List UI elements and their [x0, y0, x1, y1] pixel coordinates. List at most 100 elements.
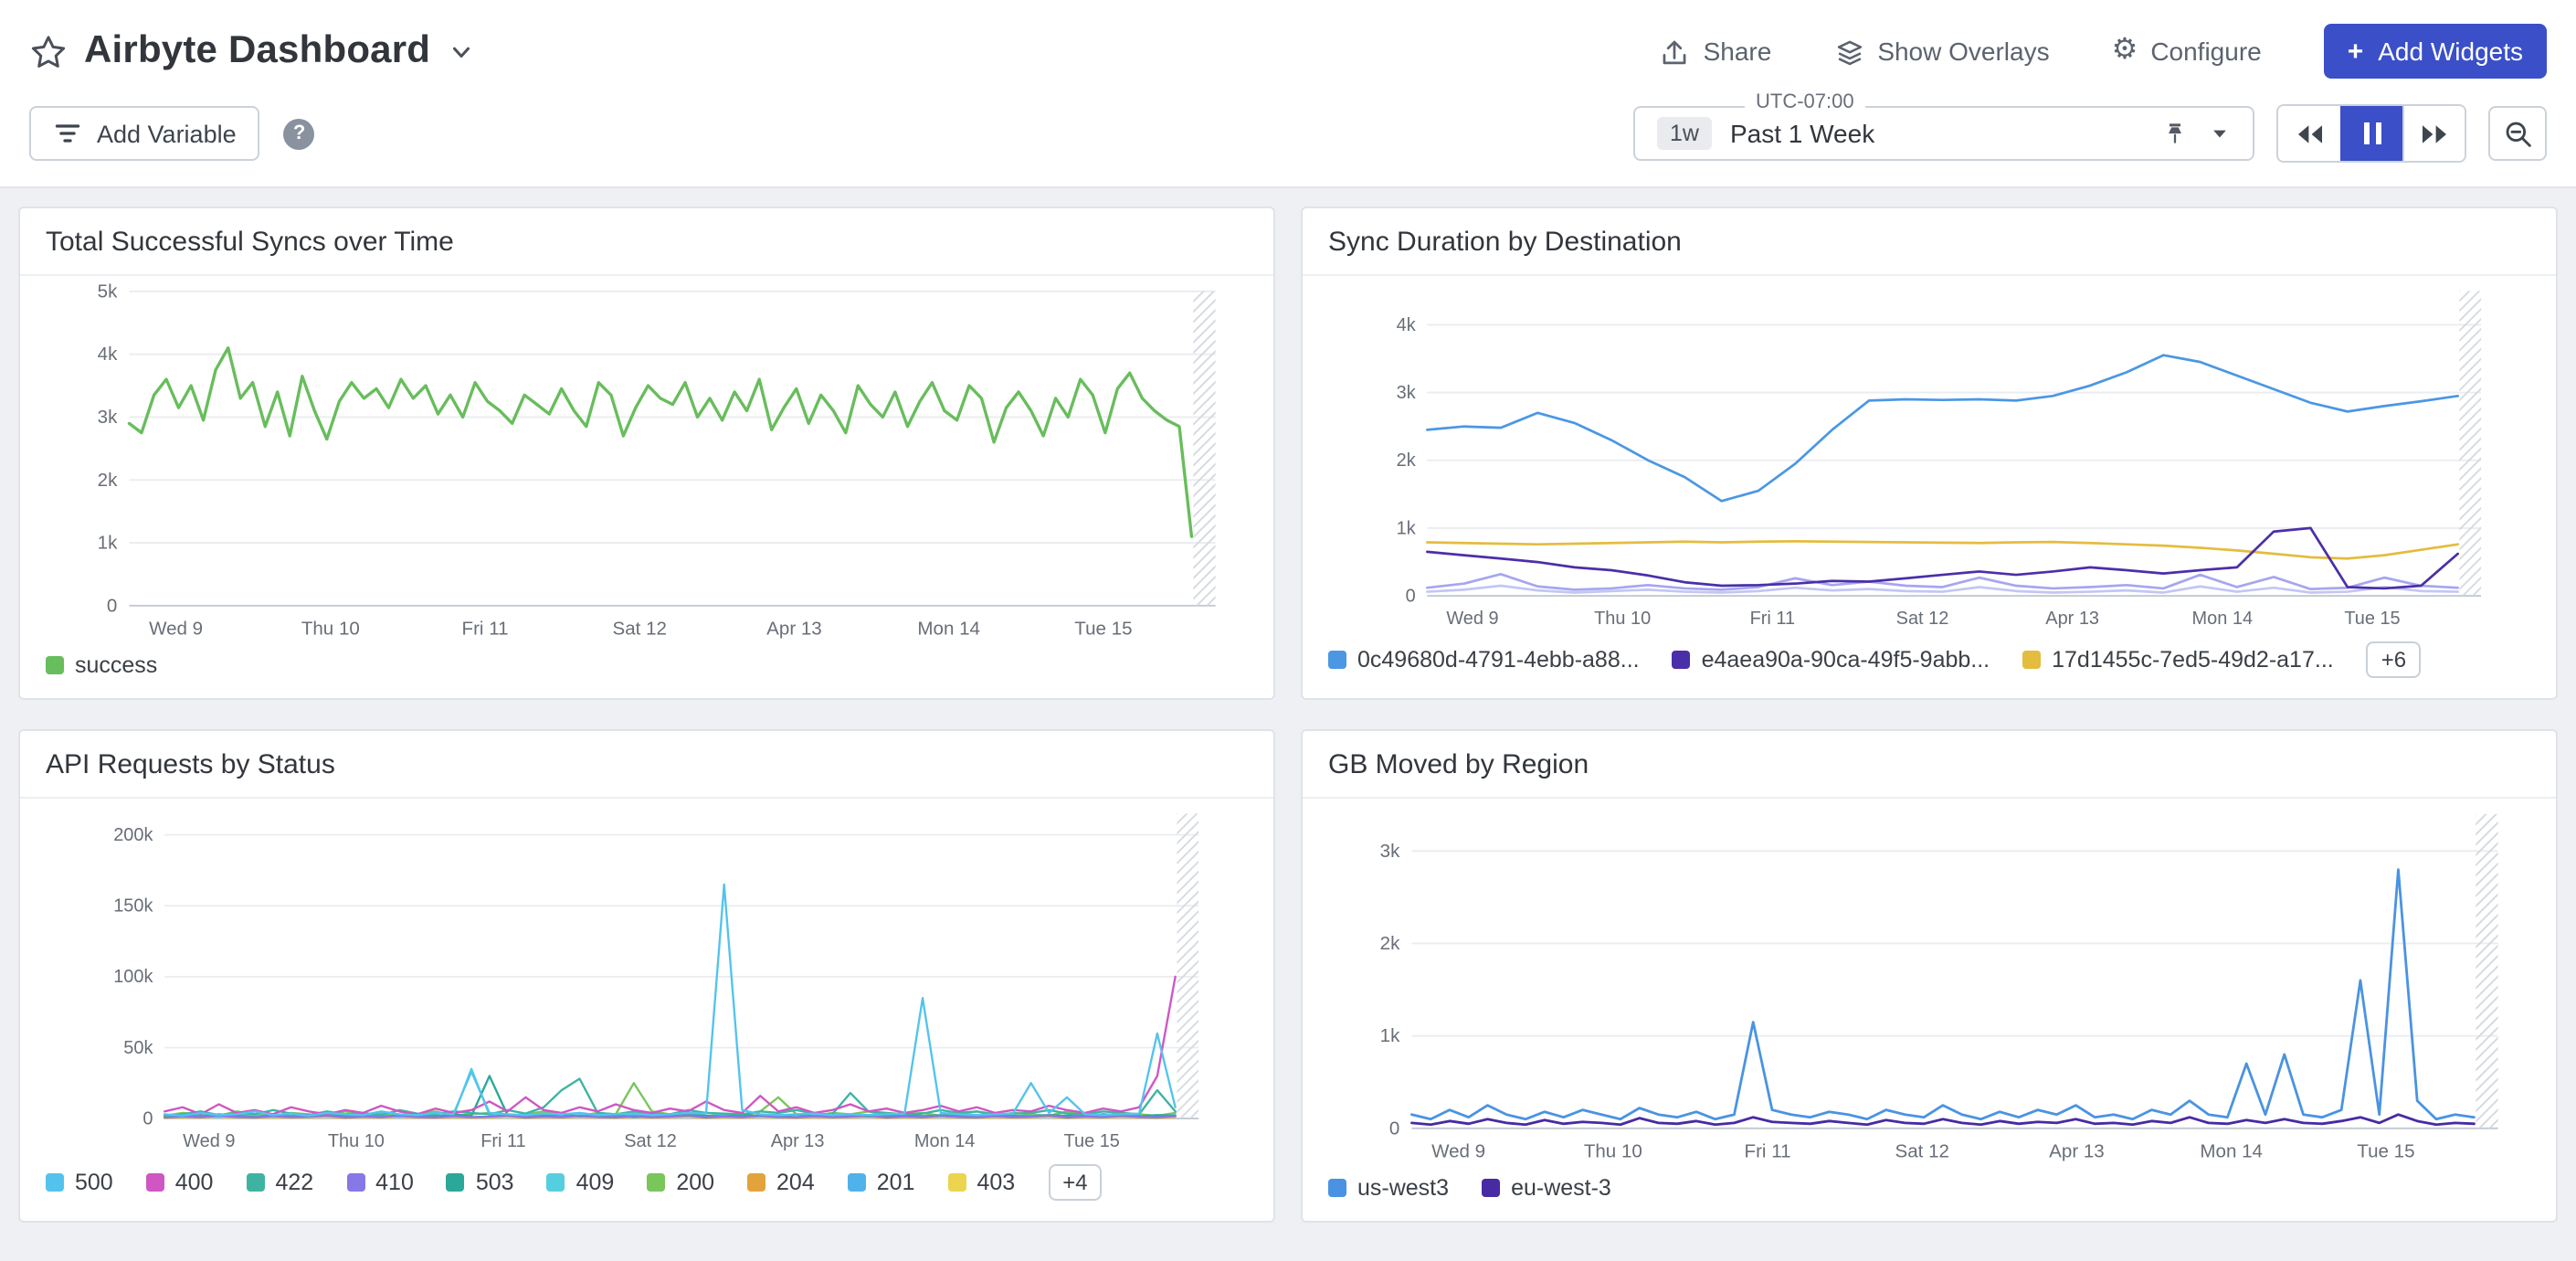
svg-text:Mon 14: Mon 14	[2192, 609, 2254, 629]
time-range-shortcut[interactable]: 1w	[1657, 117, 1712, 150]
legend-overflow-badge[interactable]: +6	[2367, 641, 2421, 678]
svg-text:Mon 14: Mon 14	[914, 1131, 976, 1151]
chart-canvas[interactable]: 050k100k150k200kWed 9Thu 10Fri 11Sat 12A…	[20, 799, 1273, 1155]
plus-icon: +	[2348, 37, 2364, 65]
svg-text:4k: 4k	[1397, 315, 1416, 335]
caret-down-icon[interactable]	[2209, 122, 2231, 144]
legend-label: success	[75, 652, 157, 678]
legend-item[interactable]: us-west3	[1328, 1175, 1449, 1201]
legend-item[interactable]: 403	[947, 1170, 1015, 1195]
layers-icon	[1833, 36, 1864, 67]
svg-text:2k: 2k	[1380, 933, 1400, 954]
legend-item[interactable]: 410	[346, 1170, 414, 1195]
svg-text:Tue 15: Tue 15	[1064, 1131, 1120, 1151]
svg-text:3k: 3k	[98, 407, 118, 428]
svg-text:Sat 12: Sat 12	[1896, 609, 1949, 629]
legend-label: 500	[75, 1170, 113, 1195]
legend-swatch	[346, 1173, 364, 1192]
widget-grid: Total Successful Syncs over Time 0 1k 2k 3k…	[0, 188, 2576, 1252]
legend-item[interactable]: 409	[547, 1170, 615, 1195]
widget-title: GB Moved by Region	[1328, 749, 2530, 780]
svg-text:Sat 12: Sat 12	[1895, 1141, 1949, 1162]
legend-item[interactable]: 17d1455c-7ed5-49d2-a17...	[2022, 647, 2334, 673]
svg-text:Thu 10: Thu 10	[1584, 1141, 1642, 1162]
legend-item[interactable]: success	[46, 652, 157, 678]
legend-swatch	[747, 1173, 765, 1192]
widget-header: Total Successful Syncs over Time	[20, 208, 1273, 276]
legend-item[interactable]: 500	[46, 1170, 113, 1195]
configure-label: Configure	[2150, 37, 2261, 66]
widget-title: API Requests by Status	[46, 749, 1248, 780]
svg-text:Fri 11: Fri 11	[1745, 1141, 1791, 1162]
pin-icon[interactable]	[2161, 120, 2189, 147]
svg-text:Sat 12: Sat 12	[613, 619, 667, 640]
app: Airbyte Dashboard Share Show Overlays	[0, 0, 2576, 1261]
share-button[interactable]: Share	[1660, 36, 1772, 67]
legend-label: 204	[776, 1170, 815, 1195]
chart-svg[interactable]: 01k2k3k4k5kWed 9Thu 10Fri 11Sat 12Apr 13…	[20, 276, 1273, 643]
configure-button[interactable]: ⚙ Configure	[2112, 37, 2262, 66]
chart-svg[interactable]: 01k2k3kWed 9Thu 10Fri 11Sat 12Apr 13Mon …	[1303, 799, 2556, 1166]
svg-text:0: 0	[1406, 586, 1416, 606]
star-icon[interactable]	[29, 32, 68, 70]
legend-item[interactable]: e4aea90a-90ca-49f5-9abb...	[1673, 647, 1990, 673]
timezone-label: UTC-07:00	[1745, 91, 1865, 113]
svg-text:Apr 13: Apr 13	[771, 1131, 825, 1151]
add-widgets-label: Add Widgets	[2378, 37, 2523, 66]
legend-item[interactable]: 422	[246, 1170, 313, 1195]
legend-label: 17d1455c-7ed5-49d2-a17...	[2052, 647, 2334, 673]
chart-canvas[interactable]: 01k2k3kWed 9Thu 10Fri 11Sat 12Apr 13Mon …	[1303, 799, 2556, 1166]
svg-text:50k: 50k	[123, 1038, 153, 1058]
svg-text:4k: 4k	[98, 344, 118, 365]
legend-overflow-badge[interactable]: +4	[1048, 1164, 1102, 1201]
chevron-down-icon[interactable]	[447, 37, 474, 65]
legend-item[interactable]: 0c49680d-4791-4ebb-a88...	[1328, 647, 1640, 673]
time-back-button[interactable]	[2278, 106, 2340, 161]
legend-swatch	[1482, 1179, 1500, 1197]
add-variable-button[interactable]: Add Variable	[29, 106, 260, 161]
show-overlays-label: Show Overlays	[1877, 37, 2049, 66]
page-title: Airbyte Dashboard	[84, 29, 430, 73]
time-nav-group	[2276, 104, 2466, 163]
zoom-out-button[interactable]	[2488, 106, 2547, 161]
legend-swatch	[46, 656, 64, 674]
legend-item[interactable]: 204	[747, 1170, 815, 1195]
legend-item[interactable]: 400	[146, 1170, 214, 1195]
svg-text:100k: 100k	[113, 967, 153, 987]
svg-text:0: 0	[107, 595, 117, 616]
legend-item[interactable]: 201	[848, 1170, 915, 1195]
dashboard-title-group[interactable]: Airbyte Dashboard	[29, 29, 474, 73]
chart-svg[interactable]: 01k2k3k4kWed 9Thu 10Fri 11Sat 12Apr 13Mo…	[1303, 276, 2556, 632]
svg-text:Wed 9: Wed 9	[183, 1131, 235, 1151]
chart-canvas[interactable]: 01k2k3k4kWed 9Thu 10Fri 11Sat 12Apr 13Mo…	[1303, 276, 2556, 632]
legend-swatch	[246, 1173, 264, 1192]
legend-label: 400	[175, 1170, 214, 1195]
share-icon	[1660, 36, 1691, 67]
legend-label: 503	[476, 1170, 514, 1195]
time-pause-button[interactable]	[2340, 106, 2402, 161]
add-widgets-button[interactable]: + Add Widgets	[2324, 24, 2547, 79]
legend-label: 200	[676, 1170, 714, 1195]
header: Airbyte Dashboard Share Show Overlays	[0, 0, 2576, 188]
time-forward-button[interactable]	[2402, 106, 2465, 161]
legend-label: 201	[877, 1170, 915, 1195]
legend-label: 409	[576, 1170, 615, 1195]
help-button[interactable]: ?	[284, 118, 315, 149]
legend-swatch	[848, 1173, 866, 1192]
legend-item[interactable]: 503	[447, 1170, 514, 1195]
legend-swatch	[1328, 1179, 1346, 1197]
svg-text:1k: 1k	[98, 533, 118, 554]
legend-item[interactable]: 200	[647, 1170, 714, 1195]
chart-svg[interactable]: 050k100k150k200kWed 9Thu 10Fri 11Sat 12A…	[20, 799, 1273, 1155]
variables-group: Add Variable ?	[29, 106, 315, 161]
legend-item[interactable]: eu-west-3	[1482, 1175, 1611, 1201]
time-range-picker[interactable]: UTC-07:00 1w Past 1 Week	[1633, 106, 2254, 161]
show-overlays-button[interactable]: Show Overlays	[1833, 36, 2049, 67]
svg-text:Apr 13: Apr 13	[2049, 1141, 2105, 1162]
svg-text:Apr 13: Apr 13	[2045, 609, 2099, 629]
chart-canvas[interactable]: 01k2k3k4k5kWed 9Thu 10Fri 11Sat 12Apr 13…	[20, 276, 1273, 643]
pause-icon	[2363, 122, 2370, 144]
svg-text:3k: 3k	[1380, 841, 1400, 862]
legend-swatch	[647, 1173, 665, 1192]
legend-label: e4aea90a-90ca-49f5-9abb...	[1702, 647, 1990, 673]
